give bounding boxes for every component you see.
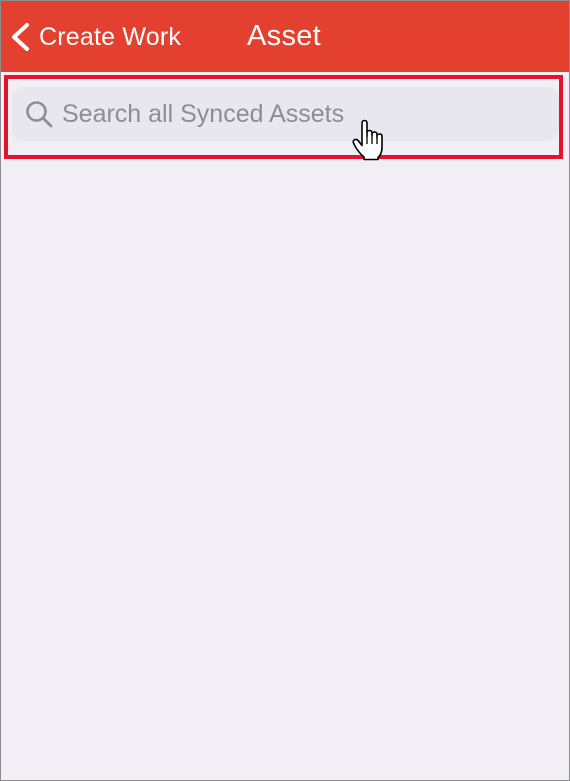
back-button[interactable]: Create Work <box>9 15 181 59</box>
page-title: Asset <box>247 20 322 52</box>
search-icon <box>26 101 53 128</box>
app-frame: Create Work Asset <box>0 0 570 781</box>
search-bar-highlight <box>4 75 563 159</box>
search-field[interactable] <box>12 87 559 141</box>
results-list <box>1 163 569 780</box>
navigation-bar: Create Work Asset <box>1 1 569 72</box>
back-button-label: Create Work <box>39 23 182 51</box>
search-input[interactable] <box>62 99 532 129</box>
chevron-left-icon <box>12 23 29 51</box>
